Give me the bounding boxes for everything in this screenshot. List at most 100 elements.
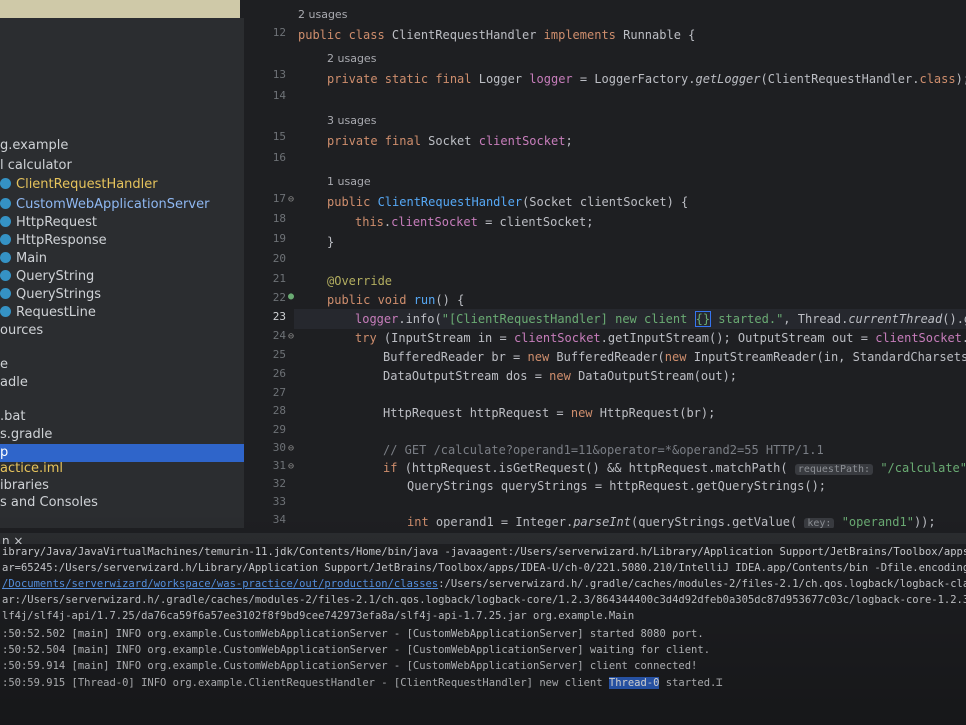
- line-number: 16: [272, 151, 286, 164]
- console-line: ibrary/Java/JavaVirtualMachines/temurin-…: [2, 546, 966, 558]
- tree-item-querystrings[interactable]: QueryStrings: [0, 286, 101, 304]
- tree-item-scratches[interactable]: s and Consoles: [0, 494, 98, 512]
- line-number: 33: [272, 495, 286, 508]
- sidebar-top-strip: [0, 0, 240, 18]
- text-cursor-icon: Ɪ: [716, 677, 723, 689]
- param-hint: requestPath:: [794, 464, 874, 475]
- highlighted-thread-name: Thread-0: [608, 677, 660, 689]
- console-line: ar:/Users/serverwizard.h/.gradle/caches/…: [2, 594, 966, 606]
- class-icon: [0, 198, 11, 209]
- class-icon: [0, 234, 11, 245]
- console-text: started.: [659, 677, 717, 689]
- param-hint: key:: [804, 518, 835, 528]
- tree-item-main[interactable]: Main: [0, 250, 47, 268]
- line-number: 14: [272, 89, 286, 102]
- code-line-23: logger.info("[ClientRequestHandler] new …: [355, 311, 966, 327]
- line-number: 29: [272, 423, 286, 436]
- line-number: 21: [272, 272, 286, 285]
- code-line-25: BufferedReader br = new BufferedReader(n…: [383, 350, 966, 364]
- line-number: 18: [272, 212, 286, 225]
- usages-hint[interactable]: 1 usage: [327, 175, 371, 188]
- console-line: :50:52.502 [main] INFO org.example.Custo…: [2, 628, 704, 640]
- code-line-26: DataOutputStream dos = new DataOutputStr…: [383, 369, 738, 383]
- class-icon: [0, 216, 11, 227]
- code-line-22: public void run() {: [327, 293, 465, 307]
- code-line-21: @Override: [327, 274, 393, 288]
- tree-item-label: RequestLine: [16, 305, 96, 320]
- line-number: 25: [272, 348, 286, 361]
- line-number: 26: [272, 367, 286, 380]
- code-line-32: QueryStrings queryStrings = httpRequest.…: [407, 479, 827, 493]
- tree-item-label: CustomWebApplicationServer: [16, 197, 210, 212]
- line-number: 27: [272, 386, 286, 399]
- class-icon: [0, 252, 11, 263]
- line-number: 22: [272, 291, 286, 304]
- console-text: :/Users/serverwizard.h/.gradle/caches/mo…: [438, 578, 966, 590]
- line-number: 12: [272, 26, 286, 39]
- tree-item-gradle[interactable]: adle: [0, 374, 28, 392]
- tree-item-httpresponse[interactable]: HttpResponse: [0, 232, 107, 250]
- tree-item-clientrequesthandler[interactable]: ClientRequestHandler: [0, 176, 158, 194]
- usages-hint[interactable]: 2 usages: [327, 52, 376, 65]
- code-line-19: }: [327, 235, 335, 249]
- line-number-active: 23: [272, 310, 286, 323]
- line-number: 19: [272, 232, 286, 245]
- tree-item-label: Main: [16, 251, 48, 266]
- tree-item-settings-gradle[interactable]: s.gradle: [0, 426, 52, 444]
- console-line: ar=65245:/Users/serverwizard.h/Library/A…: [2, 562, 966, 574]
- usages-hint[interactable]: 2 usages: [298, 8, 347, 21]
- class-icon: [0, 306, 11, 317]
- console-line: :50:52.504 [main] INFO org.example.Custo…: [2, 644, 711, 656]
- code-line-28: HttpRequest httpRequest = new HttpReques…: [383, 406, 716, 420]
- run-console[interactable]: ibrary/Java/JavaVirtualMachines/temurin-…: [0, 544, 966, 725]
- line-number: 17: [272, 192, 286, 205]
- tree-item-resources[interactable]: ources: [0, 322, 43, 340]
- tree-item-external-libraries[interactable]: ibraries: [0, 477, 49, 495]
- console-line: :50:59.914 [main] INFO org.example.Custo…: [2, 660, 698, 672]
- tree-item-querystring[interactable]: QueryString: [0, 268, 94, 286]
- tree-item-package[interactable]: g.example: [0, 137, 68, 155]
- usages-hint[interactable]: 3 usages: [327, 114, 376, 127]
- tree-item-gradlew-bat[interactable]: .bat: [0, 408, 25, 426]
- code-line-24: try (InputStream in = clientSocket.getIn…: [355, 331, 966, 345]
- line-number: 15: [272, 130, 286, 143]
- code-line-17: public ClientRequestHandler(Socket clien…: [327, 195, 689, 209]
- tree-item-label: ClientRequestHandler: [16, 177, 158, 192]
- code-line-31: if (httpRequest.isGetRequest() && httpRe…: [383, 461, 966, 475]
- tree-item-httprequest[interactable]: HttpRequest: [0, 214, 97, 232]
- tree-item-e[interactable]: e: [0, 356, 8, 374]
- console-line: /Documents/serverwizard/workspace/was-pr…: [2, 578, 966, 590]
- code-line-12: public class ClientRequestHandler implem…: [298, 28, 696, 42]
- line-number: 30: [272, 441, 286, 454]
- code-line-15: private final Socket clientSocket;: [327, 134, 573, 148]
- tree-item-label: QueryStrings: [16, 287, 102, 302]
- class-icon: [0, 178, 11, 189]
- tree-item-requestline[interactable]: RequestLine: [0, 304, 96, 322]
- code-editor[interactable]: 2 usages public class ClientRequestHandl…: [294, 0, 966, 528]
- line-number: 13: [272, 68, 286, 81]
- class-icon: [0, 288, 11, 299]
- code-line-30: // GET /calculate?operand1=11&operator=*…: [383, 443, 824, 457]
- tree-item-label: HttpRequest: [16, 215, 98, 230]
- code-line-34: int operand1 = Integer.parseInt(queryStr…: [407, 515, 936, 528]
- line-number-gutter: 12 13 14 15 16 17 18 19 20 21 22 23 24 2…: [244, 0, 294, 528]
- line-number: 31: [272, 459, 286, 472]
- line-number: 24: [272, 329, 286, 342]
- tree-item-customwebapplicationserver[interactable]: CustomWebApplicationServer: [0, 196, 209, 214]
- project-tree: g.example l calculator ClientRequestHand…: [0, 18, 244, 528]
- line-number: 28: [272, 404, 286, 417]
- classpath-link[interactable]: /Documents/serverwizard/workspace/was-pr…: [2, 578, 438, 590]
- tree-item-label: QueryString: [16, 269, 95, 284]
- console-text: :50:59.915 [Thread-0] INFO org.example.C…: [2, 677, 609, 689]
- code-line-13: private static final Logger logger = Log…: [327, 72, 966, 86]
- tree-item-label: HttpResponse: [16, 233, 107, 248]
- line-number: 34: [272, 513, 286, 526]
- tree-item-iml[interactable]: actice.iml: [0, 460, 63, 478]
- console-line: :50:59.915 [Thread-0] INFO org.example.C…: [2, 676, 722, 690]
- console-line: lf4j/slf4j-api/1.7.25/da76ca59f6a57ee310…: [2, 610, 635, 622]
- code-line-18: this.clientSocket = clientSocket;: [355, 215, 594, 229]
- tree-item-calculator[interactable]: l calculator: [0, 157, 72, 175]
- line-number: 20: [272, 252, 286, 265]
- line-number: 32: [272, 477, 286, 490]
- class-icon: [0, 270, 11, 281]
